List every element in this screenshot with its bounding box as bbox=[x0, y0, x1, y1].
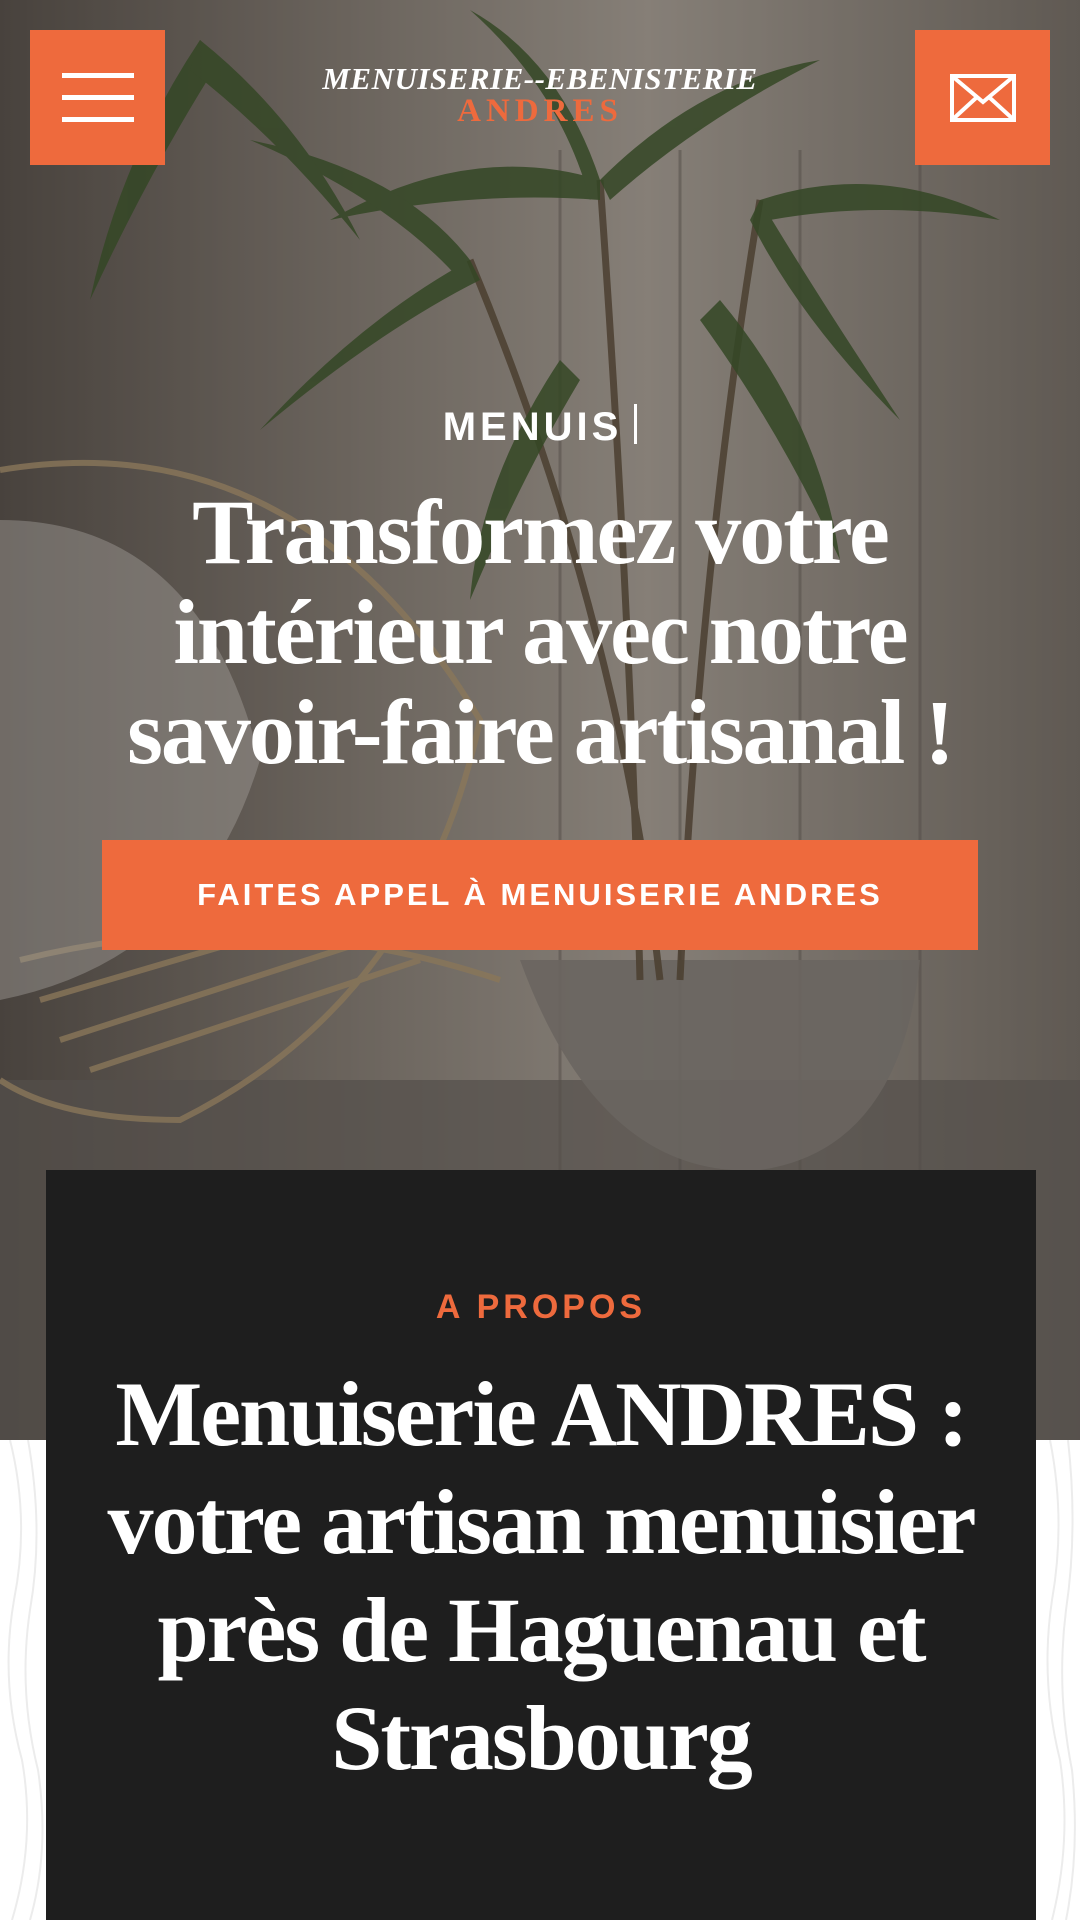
hamburger-menu-icon bbox=[61, 73, 134, 78]
about-title: Menuiserie ANDRES : votre artisan menuis… bbox=[107, 1363, 976, 1789]
typed-headline: MENUIS bbox=[0, 404, 1080, 450]
typed-text: MENUIS bbox=[442, 405, 623, 449]
about-section: A PROPOS Menuiserie ANDRES : votre artis… bbox=[46, 1170, 1036, 1920]
hero-title: Transformez votre intérieur avec notre s… bbox=[127, 481, 955, 783]
typing-cursor bbox=[634, 404, 638, 444]
contact-mail-button[interactable] bbox=[915, 30, 1050, 165]
about-kicker: A PROPOS bbox=[435, 1288, 647, 1326]
logo-line2: ANDRES bbox=[457, 93, 623, 129]
logo-line1: MENUISERIE--EBENISTERIE bbox=[322, 61, 758, 96]
site-logo[interactable]: MENUISERIE--EBENISTERIE ANDRES bbox=[280, 61, 800, 129]
envelope-icon bbox=[949, 73, 1016, 122]
menu-button[interactable] bbox=[30, 30, 165, 165]
hamburger-menu-icon-bar bbox=[61, 117, 134, 122]
cta-button[interactable]: FAITES APPEL À MENUISERIE ANDRES bbox=[102, 840, 978, 950]
hamburger-menu-icon-bar bbox=[61, 95, 134, 100]
